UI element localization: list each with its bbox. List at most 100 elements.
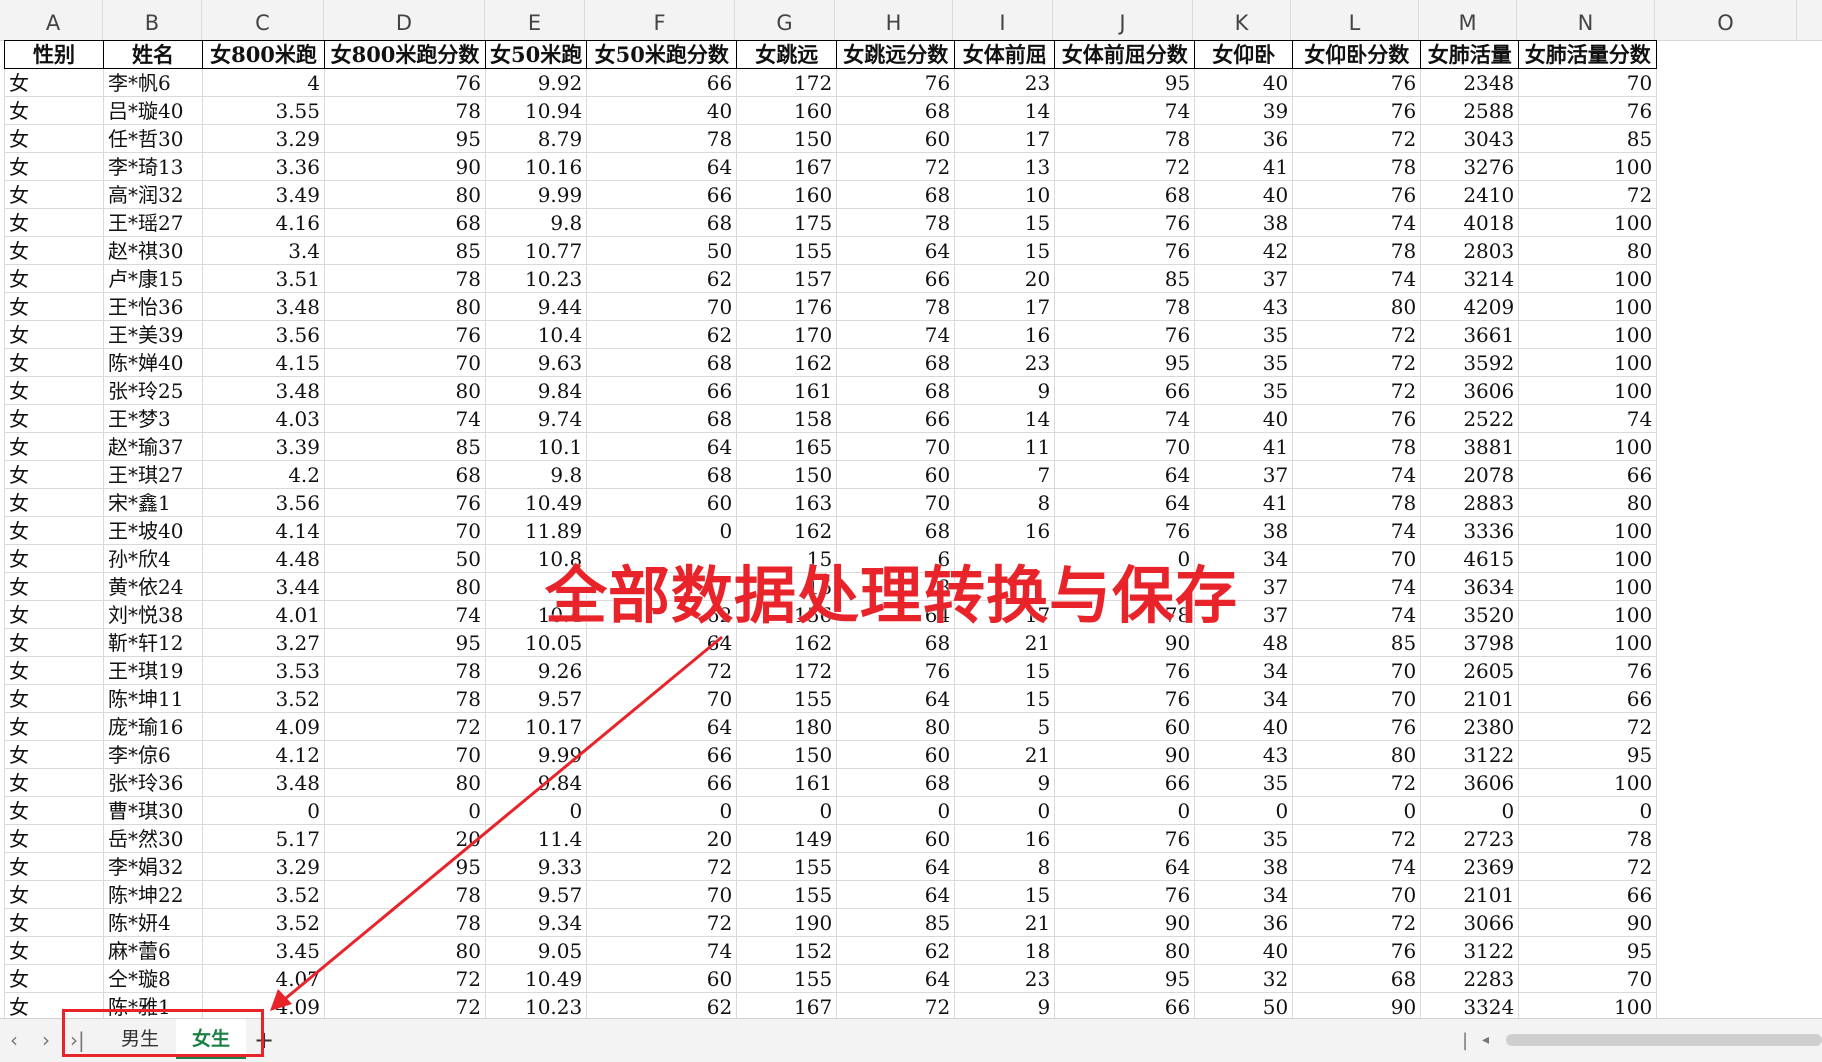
table-cell[interactable]: 9.57 [484,684,588,713]
table-cell[interactable]: 8 [954,852,1056,881]
table-cell[interactable]: 23 [954,348,1056,377]
table-cell[interactable]: 74 [1054,96,1196,125]
table-cell[interactable]: 72 [1518,712,1658,741]
header-cell[interactable]: 女肺活量 [1420,40,1520,69]
table-cell[interactable]: 60 [586,488,738,517]
table-cell[interactable]: 74 [1292,852,1422,881]
table-cell[interactable]: 3592 [1420,348,1520,377]
table-cell[interactable]: 3.56 [202,488,325,517]
table-cell[interactable]: 160 [736,96,838,125]
table-cell[interactable]: 70 [1292,656,1422,685]
table-cell[interactable]: 100 [1518,152,1658,181]
column-header-m[interactable]: M [1419,0,1517,40]
table-cell[interactable]: 34 [1194,684,1294,713]
table-cell[interactable]: 70 [586,292,738,321]
column-header-c[interactable]: C [202,0,324,40]
table-cell[interactable]: 9.33 [484,852,588,881]
table-cell[interactable]: 40 [1194,936,1294,965]
table-cell[interactable]: 女 [4,180,104,209]
table-cell[interactable]: 10.16 [484,152,588,181]
table-cell[interactable]: 3.56 [202,320,325,349]
table-cell[interactable]: 4.03 [202,404,325,433]
table-cell[interactable]: 王*琪19 [103,656,203,685]
table-cell[interactable]: 90 [324,152,486,181]
table-cell[interactable]: 女 [4,796,104,825]
table-cell[interactable]: 155 [736,964,838,993]
table-cell[interactable]: 100 [1518,208,1658,237]
table-cell[interactable]: 100 [1518,320,1658,349]
table-cell[interactable]: 100 [1518,600,1658,629]
table-cell[interactable]: 38 [1194,208,1294,237]
table-cell[interactable]: 100 [1518,544,1658,573]
table-cell[interactable]: 7 [954,460,1056,489]
table-cell[interactable]: 9.84 [484,376,588,405]
table-cell[interactable]: 4.15 [202,348,325,377]
table-cell[interactable]: 4.12 [202,740,325,769]
table-cell[interactable]: 76 [1292,712,1422,741]
table-cell[interactable]: 17 [954,124,1056,153]
table-cell[interactable]: 78 [1292,432,1422,461]
table-cell[interactable]: 王*怡36 [103,292,203,321]
table-cell[interactable]: 80 [324,180,486,209]
table-cell[interactable]: 0 [1292,796,1422,825]
table-cell[interactable]: 76 [1054,656,1196,685]
table-cell[interactable]: 15 [954,236,1056,265]
table-cell[interactable]: 68 [586,348,738,377]
table-cell[interactable]: 78 [324,908,486,937]
table-cell[interactable]: 78 [836,292,956,321]
table-cell[interactable]: 3.4 [202,236,325,265]
table-cell[interactable]: 16 [954,320,1056,349]
column-header-e[interactable]: E [485,0,585,40]
table-cell[interactable]: 35 [1194,348,1294,377]
table-cell[interactable]: 172 [736,656,838,685]
table-cell[interactable]: 100 [1518,264,1658,293]
table-cell[interactable]: 女 [4,460,104,489]
table-cell[interactable]: 60 [836,124,956,153]
table-cell[interactable]: 38 [1194,852,1294,881]
table-cell[interactable]: 4.14 [202,516,325,545]
table-cell[interactable]: 靳*轩12 [103,628,203,657]
table-cell[interactable]: 74 [1292,208,1422,237]
table-cell[interactable]: 2410 [1420,180,1520,209]
table-cell[interactable]: 41 [1194,152,1294,181]
header-cell[interactable]: 女跳远 [736,40,838,69]
table-cell[interactable]: 64 [836,684,956,713]
table-cell[interactable]: 女 [4,152,104,181]
table-cell[interactable]: 70 [324,740,486,769]
table-cell[interactable]: 72 [1292,376,1422,405]
table-cell[interactable]: 74 [324,600,486,629]
table-cell[interactable]: 150 [736,124,838,153]
table-cell[interactable]: 10.1 [484,432,588,461]
table-cell[interactable]: 9.05 [484,936,588,965]
table-cell[interactable]: 女 [4,544,104,573]
table-cell[interactable]: 70 [1518,964,1658,993]
table-cell[interactable]: 3.49 [202,180,325,209]
table-cell[interactable]: 68 [1054,180,1196,209]
table-cell[interactable]: 女 [4,516,104,545]
table-cell[interactable]: 76 [1292,404,1422,433]
table-cell[interactable]: 2522 [1420,404,1520,433]
table-cell[interactable]: 149 [736,824,838,853]
table-cell[interactable]: 72 [1518,852,1658,881]
prev-sheet-button[interactable]: ‹ [10,1019,18,1062]
table-cell[interactable]: 85 [1518,124,1658,153]
table-cell[interactable]: 76 [1292,180,1422,209]
table-cell[interactable]: 0 [736,796,838,825]
table-cell[interactable]: 3.48 [202,768,325,797]
table-cell[interactable]: 黄*依24 [103,572,203,601]
table-cell[interactable]: 陈*坤22 [103,880,203,909]
table-cell[interactable]: 72 [324,712,486,741]
table-cell[interactable]: 66 [586,180,738,209]
table-cell[interactable]: 4.2 [202,460,325,489]
table-cell[interactable]: 10.23 [484,264,588,293]
table-cell[interactable]: 74 [1292,460,1422,489]
header-cell[interactable]: 性别 [4,40,104,69]
table-cell[interactable]: 76 [1054,208,1196,237]
table-cell[interactable]: 3.39 [202,432,325,461]
table-cell[interactable]: 3.44 [202,572,325,601]
table-cell[interactable]: 0 [1054,796,1196,825]
table-cell[interactable]: 10.23 [484,992,588,1018]
table-cell[interactable]: 70 [324,516,486,545]
table-cell[interactable]: 74 [1292,572,1422,601]
table-cell[interactable]: 170 [736,320,838,349]
